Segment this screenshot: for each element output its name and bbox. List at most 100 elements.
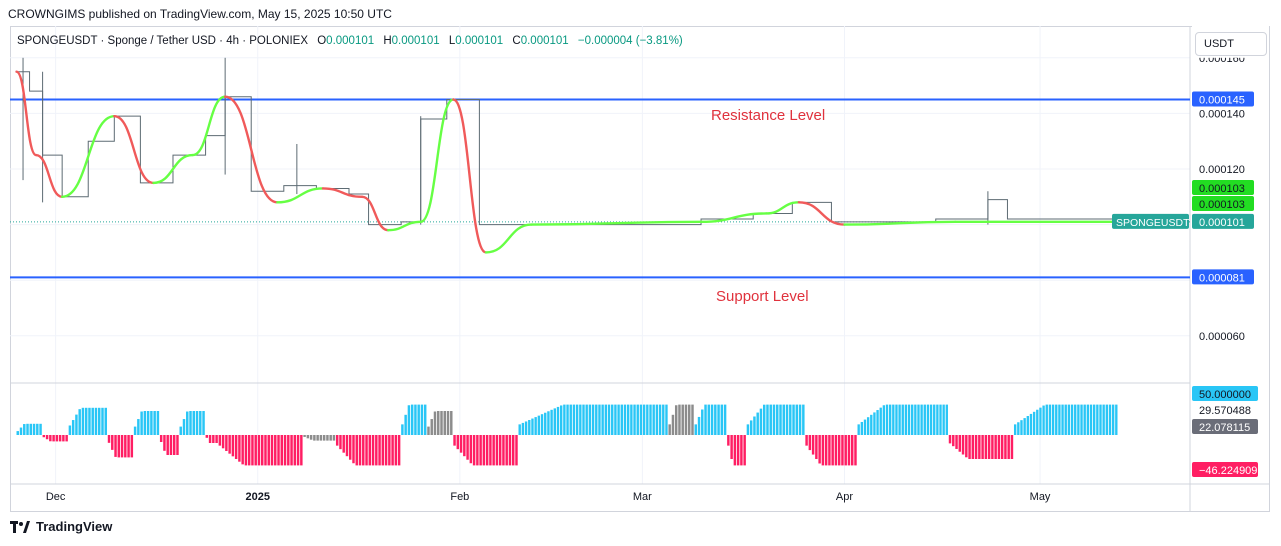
oscillator-bar (736, 435, 740, 466)
oscillator-bar (489, 435, 492, 466)
oscillator-bar (440, 411, 443, 435)
oscillator-bar (437, 411, 440, 435)
oscillator-bar (789, 404, 792, 435)
y-tick-label: 0.000120 (1199, 164, 1245, 176)
oscillator-bar (961, 435, 965, 455)
oscillator-bar (49, 435, 52, 442)
oscillator-bar (277, 435, 280, 466)
oscillator-bar (260, 435, 264, 466)
oscillator-bar (212, 435, 215, 443)
oscillator-bar (339, 435, 342, 450)
oscillator-bar (450, 411, 453, 435)
symbol-legend: SPONGEUSDT · Sponge / Tether USD · 4h · … (17, 35, 683, 47)
oscillator-bar (553, 408, 556, 435)
ma-segment (360, 195, 390, 232)
oscillator-bar (559, 405, 563, 435)
oscillator-bar (459, 435, 463, 453)
oscillator-bar (782, 404, 786, 435)
oscillator-bar (926, 404, 930, 435)
symbol-name[interactable]: SPONGEUSDT · Sponge / Tether USD · 4h · … (17, 35, 308, 47)
oscillator-bar (36, 423, 39, 435)
oscillator-bar (1023, 418, 1026, 435)
oscillator-bar (974, 435, 978, 459)
oscillator-bar (88, 407, 91, 435)
oscillator-bar (710, 404, 714, 435)
oscillator-bar (684, 404, 688, 435)
current-price-badge: 0.000101 (1199, 217, 1245, 229)
oscillator-bar (556, 406, 560, 435)
oscillator-bar (1083, 404, 1086, 435)
oscillator-bar (1058, 404, 1061, 435)
ma-segment (484, 223, 533, 254)
oscillator-bar (163, 435, 166, 451)
oscillator-bar (1039, 407, 1042, 435)
oscillator-bar (607, 404, 611, 435)
oscillator-bar (911, 404, 914, 435)
oscillator-bar (694, 424, 697, 435)
oscillator-bar (668, 424, 671, 435)
oscillator-bar (885, 404, 889, 435)
oscillator-bar (397, 435, 401, 466)
level-lines (10, 98, 1190, 279)
ma-segment (386, 220, 422, 232)
oscillator-bar (727, 435, 730, 446)
oscillator-bar (942, 404, 945, 435)
oscillator-bar (971, 435, 975, 459)
oscillator-bar (808, 435, 812, 451)
oscillator-bar (420, 404, 424, 435)
oscillator-bar (443, 411, 446, 435)
oscillator-bar (264, 435, 267, 466)
oscillator-bar (375, 435, 378, 466)
osc-badge-current: 22.078115 (1199, 422, 1250, 434)
high-label: H (383, 35, 392, 47)
oscillator-bar (714, 404, 717, 435)
oscillator-bar (746, 424, 750, 435)
oscillator-bar (254, 435, 257, 466)
tradingview-logo[interactable]: TradingView (10, 519, 112, 534)
oscillator-bar (482, 435, 486, 466)
oscillator-bar (579, 404, 582, 435)
oscillator-bar (633, 404, 636, 435)
oscillator-bar (355, 435, 358, 466)
oscillator-bar (837, 435, 841, 466)
oscillator-bar (1020, 420, 1023, 435)
oscillator-bar (630, 404, 633, 435)
oscillator-bar (762, 404, 766, 435)
oscillator-bar (172, 435, 176, 455)
oscillator-bar (313, 435, 316, 441)
oscillator-bar (316, 435, 319, 441)
oscillator-bar (917, 404, 920, 435)
currency-button[interactable]: USDT (1195, 32, 1267, 56)
oscillator-bar (225, 435, 228, 451)
ma-price-badge-1: 0.000103 (1199, 183, 1245, 195)
oscillator-bar (195, 411, 199, 435)
oscillator-bar (1045, 404, 1048, 435)
oscillator-bar (1048, 404, 1052, 435)
oscillator-bar (283, 435, 287, 466)
oscillator-bar (901, 404, 904, 435)
oscillator-bar (107, 435, 111, 443)
price-chart[interactable]: 0.0001400.0001200.0000600.000160 Dec 2025… (0, 0, 1281, 546)
oscillator-bar (1086, 404, 1090, 435)
oscillator-bar (965, 435, 968, 458)
close-label: C (512, 35, 521, 47)
oscillator-bar (349, 435, 352, 460)
tradingview-logo-icon (10, 520, 30, 533)
support-annotation: Support Level (716, 288, 809, 305)
oscillator-bar (572, 404, 576, 435)
oscillator-bar (130, 435, 134, 458)
oscillator-bar (521, 422, 525, 435)
oscillator-bar (671, 414, 675, 435)
oscillator-bar (404, 414, 407, 435)
ma-segment (699, 212, 768, 224)
oscillator-bar (544, 412, 547, 435)
oscillator-bar (652, 404, 655, 435)
oscillator-bar (611, 404, 614, 435)
support-price-badge: 0.000081 (1199, 272, 1245, 284)
oscillator-bar (766, 404, 769, 435)
oscillator-bar (831, 435, 834, 466)
oscillator-bar (19, 427, 23, 435)
oscillator-bar (508, 435, 512, 466)
ma-segment (419, 98, 455, 224)
oscillator-bar (1055, 404, 1058, 435)
